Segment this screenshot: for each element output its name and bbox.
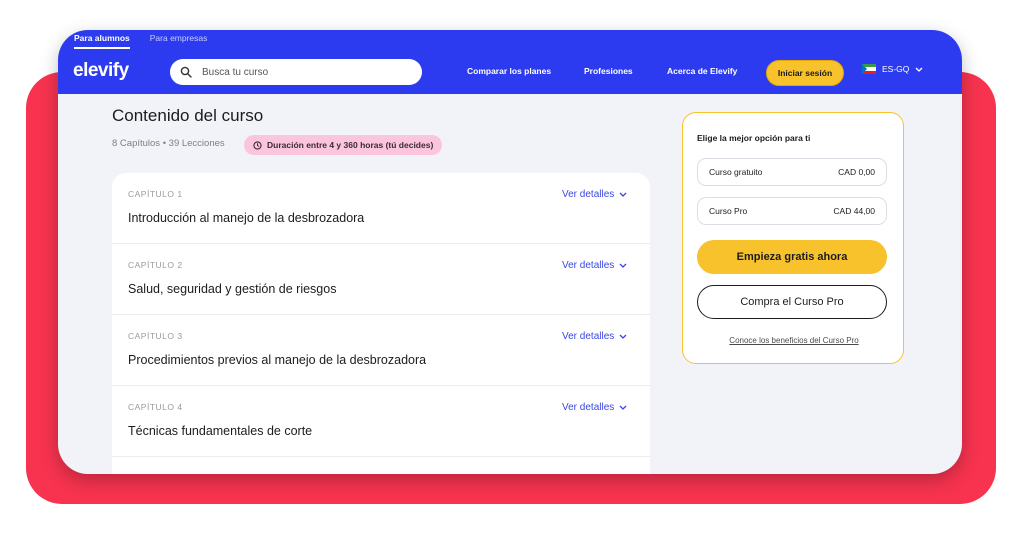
plan-option-pro[interactable]: Curso Pro CAD 44,00 [697,197,887,225]
plan-name: Curso Pro [709,206,748,216]
flag-icon [862,64,876,74]
tab-para-alumnos[interactable]: Para alumnos [74,30,130,49]
chapter-label: CAPÍTULO 2 [128,260,183,270]
browser-window: Para alumnos Para empresas elevify Compa… [58,30,962,474]
course-meta: 8 Capítulos • 39 Lecciones [112,138,225,149]
search-box[interactable] [170,59,422,85]
plan-name: Curso gratuito [709,167,763,177]
chapter-title: Técnicas fundamentales de corte [128,424,313,438]
chapter-item[interactable]: CAPÍTULO 3 Procedimientos previos al man… [112,315,650,386]
view-details-label: Ver detalles [562,189,615,200]
chevron-down-icon [915,67,923,72]
nav-profesiones[interactable]: Profesiones [584,66,633,76]
buy-pro-button[interactable]: Compra el Curso Pro [697,285,887,319]
plan-price: CAD 44,00 [833,206,875,216]
elevify-logo[interactable]: elevify [73,60,129,82]
duration-text: Duración entre 4 y 360 horas (tú decides… [267,140,434,150]
clock-icon [253,140,262,150]
chapter-title: Introducción al manejo de la desbrozador… [128,211,365,225]
chapter-item[interactable]: CAPÍTULO 2 Salud, seguridad y gestión de… [112,244,650,315]
chapter-label: CAPÍTULO 1 [128,189,183,199]
chevron-down-icon [619,334,627,339]
plan-card-title: Elige la mejor opción para ti [697,133,811,143]
language-code: ES-GQ [882,64,910,74]
view-details-link[interactable]: Ver detalles [562,331,627,342]
duration-badge: Duración entre 4 y 360 horas (tú decides… [244,135,443,155]
search-input[interactable] [200,65,404,79]
nav-comparar-planes[interactable]: Comparar los planes [467,66,551,76]
search-icon [180,66,192,78]
view-details-link[interactable]: Ver detalles [562,260,627,271]
chevron-down-icon [619,263,627,268]
chevron-down-icon [619,192,627,197]
pro-benefits-link[interactable]: Conoce los beneficios del Curso Pro [683,336,905,345]
view-details-label: Ver detalles [562,260,615,271]
chevron-down-icon [619,405,627,410]
start-free-button[interactable]: Empieza gratis ahora [697,240,887,274]
view-details-link[interactable]: Ver detalles [562,402,627,413]
chapter-item-partial[interactable] [112,457,650,474]
audience-tabs: Para alumnos Para empresas [74,30,208,49]
plan-price: CAD 0,00 [838,167,875,177]
plan-card: Elige la mejor opción para ti Curso grat… [682,112,904,364]
view-details-label: Ver detalles [562,331,615,342]
view-details-link[interactable]: Ver detalles [562,189,627,200]
tab-para-empresas[interactable]: Para empresas [150,30,208,47]
login-button[interactable]: Iniciar sesión [766,60,844,86]
chapter-label: CAPÍTULO 3 [128,331,183,341]
page-title: Contenido del curso [112,106,264,125]
view-details-label: Ver detalles [562,402,615,413]
chapter-title: Salud, seguridad y gestión de riesgos [128,282,337,296]
chapter-item[interactable]: CAPÍTULO 1 Introducción al manejo de la … [112,173,650,244]
chapter-label: CAPÍTULO 4 [128,402,183,412]
chapter-title: Procedimientos previos al manejo de la d… [128,353,427,367]
language-selector[interactable]: ES-GQ [862,64,923,74]
chapter-item[interactable]: CAPÍTULO 4 Técnicas fundamentales de cor… [112,386,650,457]
site-header: Para alumnos Para empresas elevify Compa… [58,30,962,94]
plan-option-free[interactable]: Curso gratuito CAD 0,00 [697,158,887,186]
nav-acerca-de[interactable]: Acerca de Elevify [667,66,737,76]
chapter-list: CAPÍTULO 1 Introducción al manejo de la … [112,173,650,474]
